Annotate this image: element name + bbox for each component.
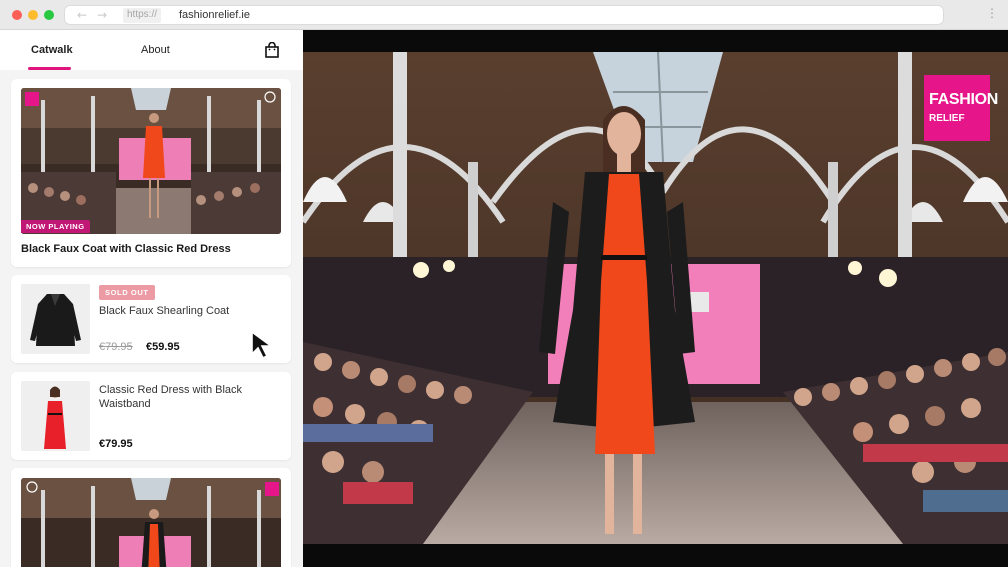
catwalk-video-frame[interactable] — [303, 52, 1008, 544]
browser-menu-icon[interactable]: ⋮ — [986, 6, 998, 20]
url-host: fashionrelief.ie — [179, 9, 250, 21]
maximize-window-button[interactable] — [44, 10, 54, 20]
fashion-relief-logo: FASHION RELIEF — [924, 75, 998, 141]
product-name[interactable]: Classic Red Dress with Black Waistband — [99, 383, 269, 411]
now-playing-badge: NOW PLAYING — [21, 220, 90, 233]
sold-out-badge: SOLD OUT — [99, 285, 155, 300]
video-player[interactable]: FASHION RELIEF — [303, 30, 1008, 567]
product-name[interactable]: Black Faux Shearling Coat — [99, 304, 229, 318]
product-card-dress[interactable]: Classic Red Dress with Black Waistband €… — [11, 372, 291, 460]
coat-product-image[interactable] — [21, 284, 90, 354]
url-scheme: https:// — [123, 8, 162, 23]
next-video-thumbnail[interactable] — [21, 478, 281, 567]
now-playing-thumbnail[interactable] — [21, 88, 281, 234]
mouse-cursor-icon — [251, 330, 274, 360]
shopping-bag-icon[interactable] — [264, 42, 280, 58]
logo-line-2: RELIEF — [929, 113, 965, 124]
top-nav: Catwalk About — [0, 30, 303, 70]
product-price: €79.95 — [99, 438, 133, 450]
sidebar: Catwalk About NOW PLAYING Black Faux Coa… — [0, 30, 303, 567]
product-original-price: €79.95 — [99, 341, 133, 353]
tab-catwalk[interactable]: Catwalk — [31, 44, 73, 56]
now-playing-card[interactable]: NOW PLAYING Black Faux Coat with Classic… — [11, 79, 291, 267]
minimize-window-button[interactable] — [28, 10, 38, 20]
close-window-button[interactable] — [12, 10, 22, 20]
back-arrow-icon[interactable]: ← — [77, 8, 87, 22]
dress-product-image[interactable] — [21, 381, 90, 451]
next-video-card[interactable] — [11, 468, 291, 567]
active-tab-indicator — [28, 67, 71, 70]
product-price: €59.95 — [146, 341, 180, 353]
address-bar[interactable]: ← → https:// fashionrelief.ie — [64, 5, 944, 25]
product-card-coat[interactable]: SOLD OUT Black Faux Shearling Coat €79.9… — [11, 275, 291, 363]
logo-line-1: FASHION — [929, 91, 999, 108]
browser-chrome: ← → https:// fashionrelief.ie ⋮ — [0, 0, 1008, 30]
tab-about[interactable]: About — [141, 44, 170, 56]
forward-arrow-icon[interactable]: → — [97, 8, 107, 22]
now-playing-title[interactable]: Black Faux Coat with Classic Red Dress — [21, 243, 231, 255]
